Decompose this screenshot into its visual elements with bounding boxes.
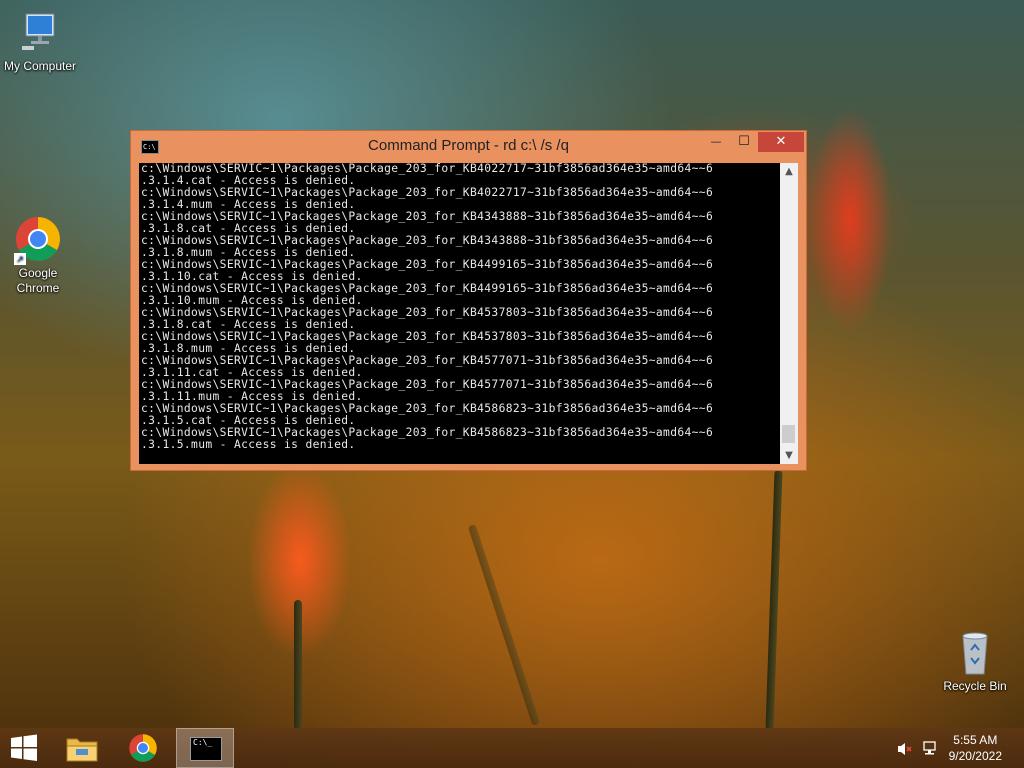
clock-time: 5:55 AM — [953, 733, 998, 747]
command-prompt-icon: C:\_ — [190, 737, 222, 761]
scroll-up-icon[interactable]: ▲ — [780, 163, 798, 180]
window-titlebar[interactable]: C:\ Command Prompt - rd c:\ /s /q — ☐ ✕ — [131, 131, 806, 161]
desktop-icon-google-chrome[interactable]: ↗ Google Chrome — [0, 215, 78, 296]
desktop-icon-label: Google Chrome — [16, 266, 60, 295]
maximize-button[interactable]: ☐ — [730, 132, 758, 152]
chrome-icon — [129, 734, 157, 762]
desktop-icon-my-computer[interactable]: My Computer — [0, 8, 80, 74]
wallpaper-stem — [467, 523, 541, 727]
minimize-button[interactable]: — — [702, 132, 730, 152]
chrome-icon: ↗ — [14, 215, 62, 265]
desktop-icon-recycle-bin[interactable]: Recycle Bin — [935, 628, 1015, 694]
clock-date: 9/20/2022 — [948, 749, 1002, 763]
start-icon — [11, 734, 37, 761]
taskbar: C:\_ 5:55 AM 9/20/2022 — [0, 728, 1024, 768]
start-button[interactable] — [0, 728, 48, 768]
vertical-scrollbar[interactable]: ▲ ▼ — [780, 163, 798, 464]
desktop-icon-label: Recycle Bin — [943, 679, 1007, 693]
console-output[interactable]: c:\Windows\SERVIC~1\Packages\Package_203… — [139, 163, 780, 464]
wallpaper-stem — [294, 600, 302, 730]
close-button[interactable]: ✕ — [758, 132, 804, 152]
system-clock[interactable]: 5:55 AM 9/20/2022 — [949, 732, 1002, 764]
scrollbar-thumb[interactable] — [782, 425, 795, 443]
desktop-icon-label: My Computer — [3, 59, 77, 73]
taskbar-command-prompt[interactable]: C:\_ — [176, 728, 234, 768]
scroll-down-icon[interactable]: ▼ — [780, 447, 798, 464]
command-prompt-window[interactable]: C:\ Command Prompt - rd c:\ /s /q — ☐ ✕ … — [130, 130, 807, 471]
console-line: .3.1.5.mum - Access is denied. — [141, 438, 356, 451]
wallpaper-stem — [765, 469, 783, 731]
shortcut-arrow-icon: ↗ — [14, 253, 26, 265]
taskbar-file-explorer[interactable] — [56, 728, 112, 768]
recycle-bin-icon — [951, 628, 999, 676]
taskbar-chrome[interactable] — [116, 728, 172, 768]
computer-icon — [16, 8, 64, 56]
network-icon[interactable] — [922, 740, 938, 756]
file-explorer-icon — [66, 738, 98, 762]
speaker-muted-icon[interactable] — [897, 741, 913, 755]
